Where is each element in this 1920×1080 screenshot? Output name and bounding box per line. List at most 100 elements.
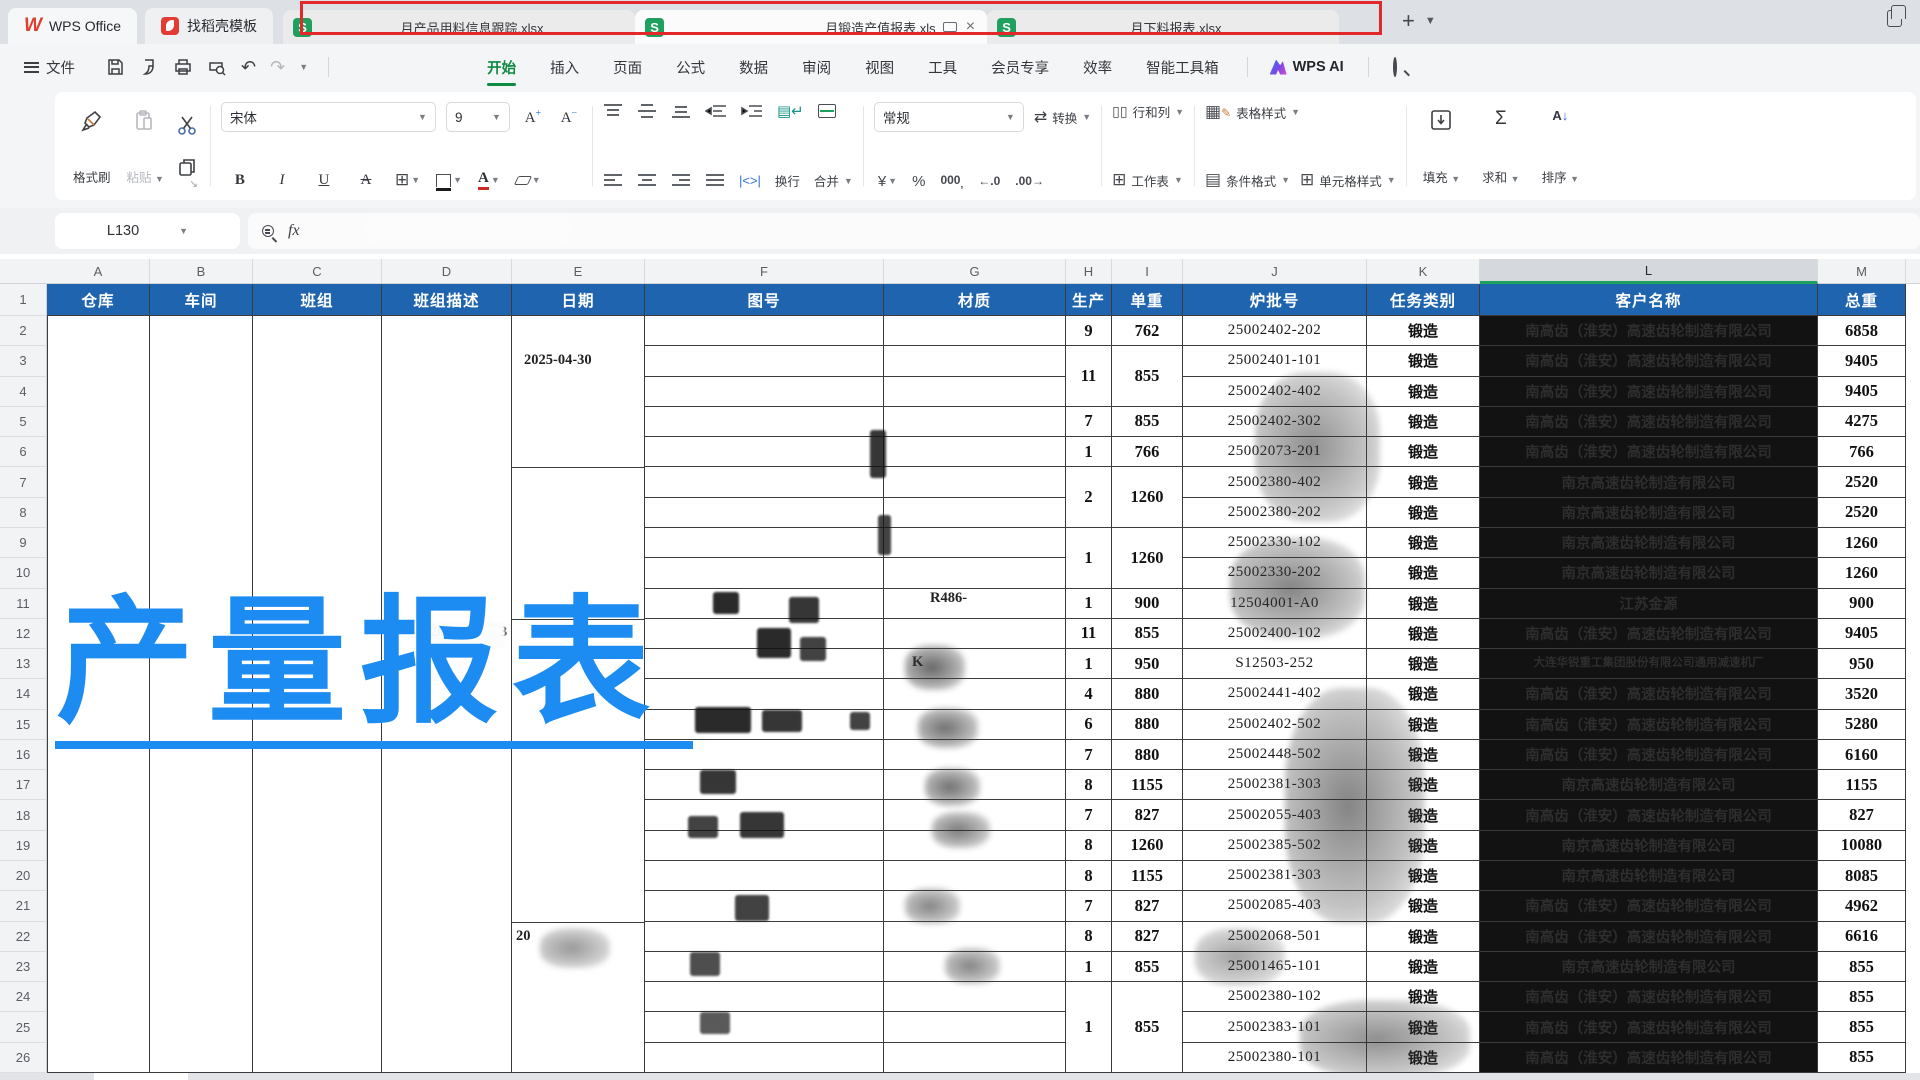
cell-I6[interactable]: 766 (1112, 437, 1183, 467)
decrease-font-icon[interactable]: A− (556, 108, 582, 127)
cell-L25[interactable]: 南高齿（淮安）高速齿轮制造有限公司 (1480, 1012, 1818, 1042)
font-size-select[interactable]: 9▼ (446, 102, 510, 132)
cell-J3[interactable]: 25002401-101 (1183, 346, 1367, 376)
cell-M22[interactable]: 6616 (1818, 922, 1906, 952)
redo-icon[interactable]: ↷ (270, 57, 285, 78)
align-left-icon[interactable] (603, 173, 623, 189)
cell-I13[interactable]: 950 (1112, 649, 1183, 679)
cell-G9[interactable] (884, 528, 1066, 558)
cell-G26[interactable] (884, 1043, 1066, 1073)
increase-indent-icon[interactable] (741, 103, 763, 119)
cell-M10[interactable]: 1260 (1818, 558, 1906, 588)
column-header-H[interactable]: H (1066, 259, 1112, 284)
convert-button[interactable]: ⇄ 转换 ▼ (1034, 107, 1091, 127)
menu-item-插入[interactable]: 插入 (548, 44, 581, 90)
cell-K10[interactable]: 锻造 (1367, 558, 1480, 588)
save-icon[interactable] (105, 57, 125, 77)
cell-K12[interactable]: 锻造 (1367, 619, 1480, 649)
cell-H5[interactable]: 7 (1066, 407, 1112, 437)
column-header-M[interactable]: M (1818, 259, 1906, 284)
number-format-select[interactable]: 常规▼ (874, 102, 1024, 132)
cell-M16[interactable]: 6160 (1818, 740, 1906, 770)
cell-L6[interactable]: 南高齿（淮安）高速齿轮制造有限公司 (1480, 437, 1818, 467)
cell-H7[interactable]: 2 (1066, 467, 1112, 528)
cell-I20[interactable]: 1155 (1112, 861, 1183, 891)
cell-M23[interactable]: 855 (1818, 952, 1906, 982)
cell-style-button[interactable]: ⊞ 单元格样式 ▼ (1300, 170, 1396, 190)
cell-M5[interactable]: 4275 (1818, 407, 1906, 437)
cell-H13[interactable]: 1 (1066, 649, 1112, 679)
column-header-B[interactable]: B (150, 259, 253, 284)
window-stack-icon[interactable] (1887, 10, 1902, 27)
cell-L5[interactable]: 南高齿（淮安）高速齿轮制造有限公司 (1480, 407, 1818, 437)
cell-M9[interactable]: 1260 (1818, 528, 1906, 558)
menu-item-效率[interactable]: 效率 (1081, 44, 1114, 90)
cell-M13[interactable]: 950 (1818, 649, 1906, 679)
file-menu-button[interactable]: 文件 (16, 52, 83, 83)
cell-M15[interactable]: 5280 (1818, 710, 1906, 740)
export-icon[interactable] (139, 57, 159, 77)
chevron-down-icon[interactable]: ▼ (1425, 15, 1436, 27)
cell-G5[interactable] (884, 407, 1066, 437)
wps-ai-button[interactable]: WPS AI (1270, 59, 1344, 75)
menu-item-数据[interactable]: 数据 (737, 44, 770, 90)
cell-M12[interactable]: 9405 (1818, 619, 1906, 649)
cell-K23[interactable]: 锻造 (1367, 952, 1480, 982)
decrease-indent-icon[interactable] (705, 103, 727, 119)
row-header-4[interactable]: 4 (0, 377, 47, 407)
increase-font-icon[interactable]: A+ (520, 108, 546, 127)
sheet-tab-active[interactable]: Sheet13 (94, 1073, 188, 1080)
cell-L10[interactable]: 南京高速齿轮制造有限公司 (1480, 558, 1818, 588)
cell-F10[interactable] (645, 558, 884, 588)
cell-M3[interactable]: 9405 (1818, 346, 1906, 376)
menu-item-审阅[interactable]: 审阅 (800, 44, 833, 90)
table-style-button[interactable]: ▦✎ 表格样式 ▼ (1205, 102, 1300, 122)
cell-L8[interactable]: 南京高速齿轮制造有限公司 (1480, 498, 1818, 528)
tab-wps-office[interactable]: W WPS Office (8, 8, 137, 44)
cell-H3[interactable]: 11 (1066, 346, 1112, 407)
cell-L2[interactable]: 南高齿（淮安）高速齿轮制造有限公司 (1480, 316, 1818, 346)
row-header-13[interactable]: 13 (0, 649, 47, 679)
cell-G24[interactable] (884, 982, 1066, 1012)
cell-K9[interactable]: 锻造 (1367, 528, 1480, 558)
font-name-select[interactable]: 宋体▼ (221, 102, 436, 132)
column-header-E[interactable]: E (512, 259, 645, 284)
row-header-6[interactable]: 6 (0, 437, 47, 467)
align-center-icon[interactable] (637, 173, 657, 189)
cell-F24[interactable] (645, 982, 884, 1012)
percent-button[interactable]: % (912, 173, 925, 190)
cell-L7[interactable]: 南京高速齿轮制造有限公司 (1480, 467, 1818, 497)
cell-L18[interactable]: 南高齿（淮安）高速齿轮制造有限公司 (1480, 800, 1818, 830)
column-header-C[interactable]: C (253, 259, 382, 284)
justify-icon[interactable] (705, 173, 725, 189)
new-tab-button[interactable]: + ▼ (1402, 8, 1436, 34)
row-header-22[interactable]: 22 (0, 922, 47, 952)
header-cell-K[interactable]: 任务类别 (1367, 284, 1480, 316)
cell-J13[interactable]: S12503-252 (1183, 649, 1367, 679)
cell-L16[interactable]: 南高齿（淮安）高速齿轮制造有限公司 (1480, 740, 1818, 770)
fx-icon[interactable]: fx (288, 222, 300, 240)
sum-button[interactable]: Σ 求和 ▼ (1476, 102, 1525, 190)
cell-F26[interactable] (645, 1043, 884, 1073)
row-header-23[interactable]: 23 (0, 952, 47, 982)
strikethrough-button[interactable]: A (353, 172, 379, 189)
column-header-D[interactable]: D (382, 259, 512, 284)
cell-L21[interactable]: 南高齿（淮安）高速齿轮制造有限公司 (1480, 891, 1818, 921)
paste-button[interactable]: 粘贴 ▼ (121, 102, 170, 190)
cell-F8[interactable] (645, 498, 884, 528)
cell-G4[interactable] (884, 377, 1066, 407)
cell-K4[interactable]: 锻造 (1367, 377, 1480, 407)
row-header-11[interactable]: 11 (0, 589, 47, 619)
cell-H21[interactable]: 7 (1066, 891, 1112, 921)
cell-K8[interactable]: 锻造 (1367, 498, 1480, 528)
cell-F11[interactable] (645, 589, 884, 619)
expand-dialog-icon[interactable]: ↘ (190, 179, 198, 190)
cell-K2[interactable]: 锻造 (1367, 316, 1480, 346)
row-header-24[interactable]: 24 (0, 982, 47, 1012)
menu-item-视图[interactable]: 视图 (863, 44, 896, 90)
cell-I3[interactable]: 855 (1112, 346, 1183, 407)
header-cell-D[interactable]: 班组描述 (382, 284, 512, 316)
share-screen-icon[interactable] (943, 22, 957, 32)
print-preview-icon[interactable] (207, 57, 227, 77)
cell-I22[interactable]: 827 (1112, 922, 1183, 952)
